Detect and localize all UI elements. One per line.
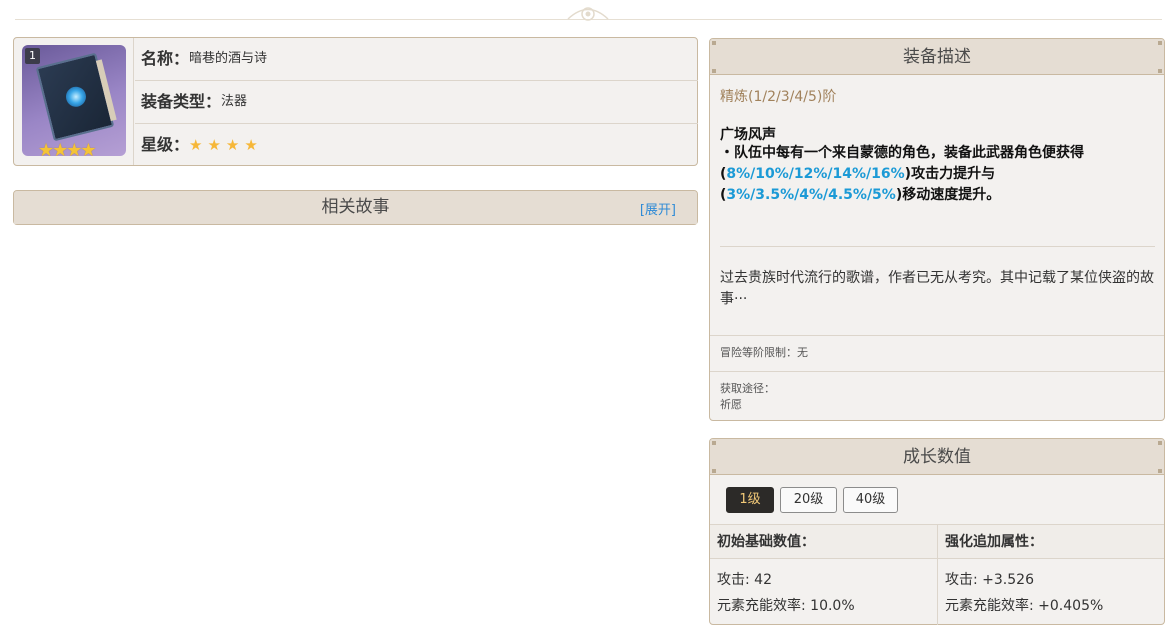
star-icon: ★	[207, 136, 221, 154]
base-stats-header: 初始基础数值：	[710, 525, 937, 559]
weapon-book-icon: 1 ★★★★	[22, 45, 126, 156]
skill-values-attack: 8%/10%/12%/14%/16%	[726, 166, 905, 182]
source-label: 获取途径：	[720, 382, 775, 395]
expand-link[interactable]: [展开]	[640, 199, 676, 218]
flavor-text: 过去贵族时代流行的歌谱，作者已无从考究。其中记载了某位侠盗的故事···	[720, 270, 1154, 307]
skill-values-speed: 3%/3.5%/4%/4.5%/5%	[726, 187, 896, 203]
type-row: 装备类型：法器	[135, 80, 698, 123]
bonus-stat-attack: 攻击: +3.526	[945, 572, 1034, 588]
book-pages	[95, 59, 117, 122]
book-gem	[63, 84, 89, 109]
refinement-badge: 1	[25, 48, 40, 64]
base-stats-column: 初始基础数值： 攻击: 42 元素充能效率: 10.0%	[710, 525, 937, 625]
star-icon: ★	[244, 136, 258, 154]
weapon-info-panel: 1 ★★★★ 名称：暗巷的酒与诗 装备类型：法器 星级：★ ★ ★ ★	[13, 37, 698, 166]
source-row: 获取途径： 祈愿	[710, 371, 1164, 420]
bonus-stats-column: 强化追加属性： 攻击: +3.526 元素充能效率: +0.405%	[937, 525, 1164, 625]
skill-description: ・队伍中每有一个来自蒙德的角色，装备此武器角色便获得(8%/10%/12%/14…	[720, 145, 1084, 203]
type-label: 装备类型：	[141, 92, 222, 111]
description-title: 装备描述	[710, 39, 1164, 75]
refinement-text: 精炼(1/2/3/4/5)阶	[720, 89, 837, 105]
growth-stats-panel: 成长数值 1级 20级 40级 初始基础数值： 攻击: 42 元素充能效率: 1…	[709, 438, 1165, 625]
growth-title: 成长数值	[710, 439, 1164, 475]
rarity-row: 星级：★ ★ ★ ★	[135, 123, 698, 166]
thumbnail-stars: ★★★★	[38, 140, 97, 156]
base-stat-energy-recharge: 元素充能效率: 10.0%	[717, 598, 855, 614]
related-story-panel: 相关故事 [展开]	[13, 190, 698, 225]
name-value: 暗巷的酒与诗	[189, 51, 268, 66]
name-row: 名称：暗巷的酒与诗	[135, 38, 698, 81]
stats-table: 初始基础数值： 攻击: 42 元素充能效率: 10.0% 强化追加属性： 攻击:…	[710, 524, 1164, 625]
level-40-button[interactable]: 40级	[843, 487, 898, 513]
level-1-button[interactable]: 1级	[726, 487, 774, 513]
skill-name: 广场风声	[720, 127, 776, 143]
story-title: 相关故事	[14, 191, 697, 224]
level-20-button[interactable]: 20级	[780, 487, 837, 513]
equipment-description-panel: 装备描述 精炼(1/2/3/4/5)阶 广场风声 ・队伍中每有一个来自蒙德的角色…	[709, 38, 1165, 421]
star-icon: ★	[225, 136, 240, 154]
star-icon: ★	[189, 136, 203, 154]
weapon-thumbnail-cell: 1 ★★★★	[14, 38, 134, 165]
description-divider	[720, 246, 1155, 247]
type-value: 法器	[221, 94, 248, 109]
rarity-label: 星级：	[141, 135, 190, 154]
bonus-stats-header: 强化追加属性：	[938, 525, 1164, 559]
name-label: 名称：	[141, 49, 190, 68]
level-limit: 冒险等阶限制：无	[710, 335, 1164, 371]
ornament-icon	[567, 7, 609, 21]
bonus-stat-energy-recharge: 元素充能效率: +0.405%	[945, 598, 1104, 614]
book-illustration	[35, 52, 117, 142]
source-value: 祈愿	[720, 398, 742, 411]
rarity-stars: ★ ★ ★ ★	[189, 135, 263, 154]
base-stat-attack: 攻击: 42	[717, 572, 772, 588]
